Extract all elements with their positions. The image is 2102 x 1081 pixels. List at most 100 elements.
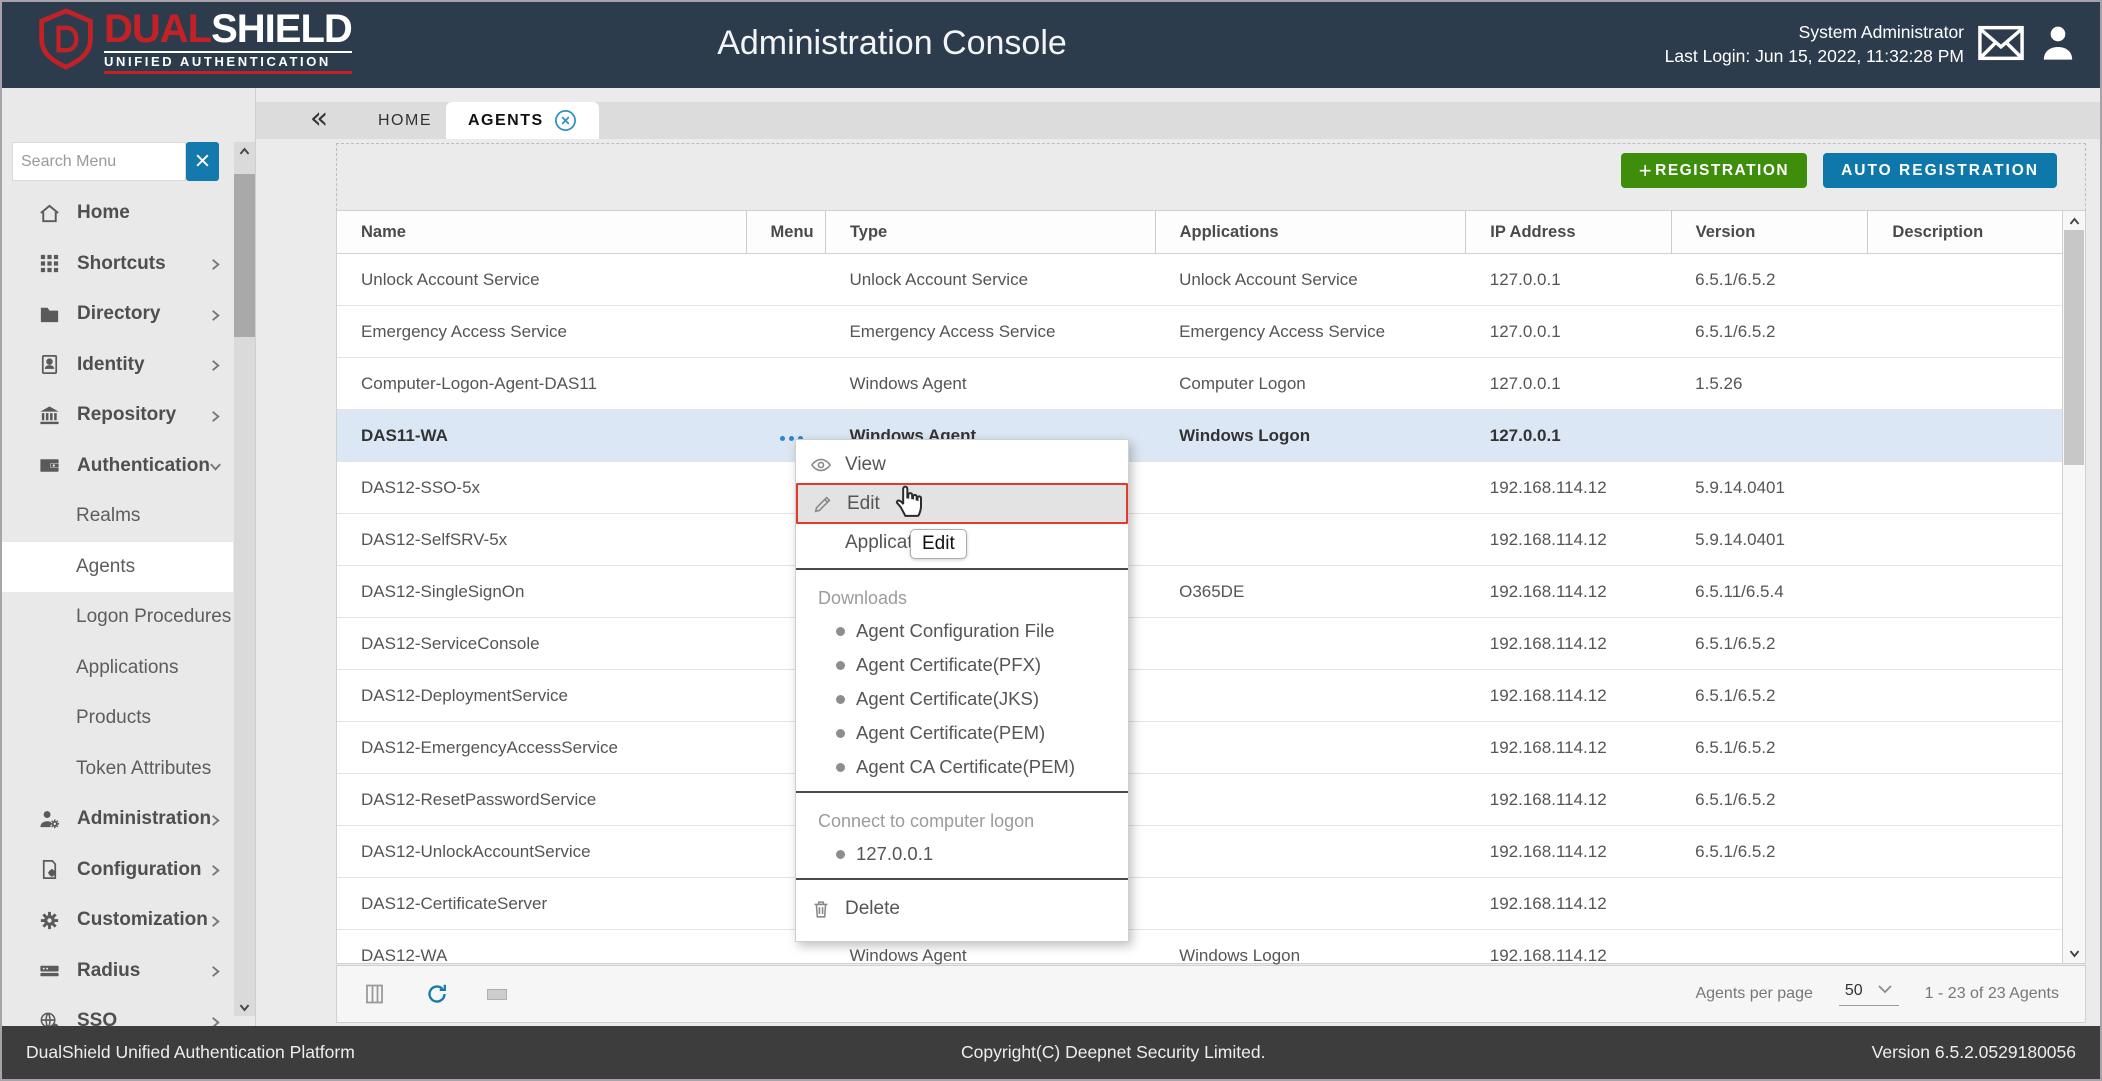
sidebar-item-label: Administration xyxy=(77,808,211,830)
cell-ip: 192.168.114.12 xyxy=(1466,462,1671,514)
footer-platform: DualShield Unified Authentication Platfo… xyxy=(26,1042,355,1063)
column-header-ip-address[interactable]: IP Address xyxy=(1466,211,1671,254)
chevron-down-icon xyxy=(208,458,223,473)
scroll-down-icon[interactable] xyxy=(234,998,255,1016)
table-row-das12-singlesignon[interactable]: DAS12-SingleSignOnO365DE192.168.114.126.… xyxy=(337,566,2063,618)
auto-registration-button[interactable]: AUTO REGISTRATION xyxy=(1823,153,2057,188)
registration-button[interactable]: +REGISTRATION xyxy=(1621,153,1807,188)
menu-item-agent-certificate-jks-[interactable]: Agent Certificate(JKS) xyxy=(796,682,1128,716)
cell-ip: 127.0.0.1 xyxy=(1466,358,1671,410)
table-row-unlock-account-service[interactable]: Unlock Account ServiceUnlock Account Ser… xyxy=(337,254,2063,306)
cell-applications xyxy=(1155,514,1466,566)
table-row-das12-deploymentservice[interactable]: DAS12-DeploymentService192.168.114.126.5… xyxy=(337,670,2063,722)
sidebar-item-repository[interactable]: Repository xyxy=(2,390,233,441)
tab-agents[interactable]: AGENTS xyxy=(446,102,599,139)
bullet-icon xyxy=(836,763,845,772)
scrollbar-thumb[interactable] xyxy=(2064,230,2084,465)
config-icon xyxy=(38,858,61,881)
sidebar-item-identity[interactable]: Identity xyxy=(2,340,233,391)
export-icon[interactable] xyxy=(487,989,507,1000)
sidebar-item-customization[interactable]: Customization xyxy=(2,895,233,946)
menu-item-agent-certificate-pfx-[interactable]: Agent Certificate(PFX) xyxy=(796,648,1128,682)
chevron-down-icon xyxy=(1877,982,1893,1000)
agents-per-page-label: Agents per page xyxy=(1695,985,1812,1003)
cell-ip: 192.168.114.12 xyxy=(1466,826,1671,878)
user-icon[interactable] xyxy=(2038,23,2078,68)
sidebar-item-agents[interactable]: Agents xyxy=(2,542,233,593)
search-input[interactable] xyxy=(12,142,186,181)
tab-close-icon[interactable] xyxy=(554,109,577,132)
bullet-icon xyxy=(836,729,845,738)
collapse-sidebar-button[interactable]: « xyxy=(304,104,334,137)
table-row-das12-serviceconsole[interactable]: DAS12-ServiceConsole192.168.114.126.5.1/… xyxy=(337,618,2063,670)
sidebar-item-products[interactable]: Products xyxy=(2,693,233,744)
scroll-down-icon[interactable] xyxy=(2063,944,2085,962)
cell-version xyxy=(1671,410,1868,462)
cell-description xyxy=(1868,774,2063,826)
table-row-das12-emergencyaccessservice[interactable]: DAS12-EmergencyAccessService192.168.114.… xyxy=(337,722,2063,774)
sidebar-item-label: Logon Procedures xyxy=(76,606,231,628)
sidebar-item-configuration[interactable]: Configuration xyxy=(2,845,233,896)
refresh-icon[interactable] xyxy=(425,982,449,1006)
cell-ip: 192.168.114.12 xyxy=(1466,670,1671,722)
sidebar-item-home[interactable]: Home xyxy=(2,188,233,239)
menu-item-agent-ca-certificate-pem-[interactable]: Agent CA Certificate(PEM) xyxy=(796,750,1128,784)
scroll-up-icon[interactable] xyxy=(234,142,255,160)
table-scrollbar[interactable] xyxy=(2062,210,2086,964)
menu-divider xyxy=(796,791,1128,793)
cell-version: 6.5.1/6.5.2 xyxy=(1671,254,1868,306)
user-name: System Administrator xyxy=(1665,21,1964,45)
menu-item-view[interactable]: View xyxy=(796,446,1128,483)
page-size-select[interactable]: 50 xyxy=(1839,982,1899,1006)
table-row-das12-resetpasswordservice[interactable]: DAS12-ResetPasswordService192.168.114.12… xyxy=(337,774,2063,826)
table-row-das12-selfsrv-5x[interactable]: DAS12-SelfSRV-5x192.168.114.125.9.14.040… xyxy=(337,514,2063,566)
cell-applications: Emergency Access Service xyxy=(1155,306,1466,358)
scrollbar-thumb[interactable] xyxy=(234,174,255,337)
column-header-name[interactable]: Name xyxy=(337,211,746,254)
table-row-das12-sso-5x[interactable]: DAS12-SSO-5x192.168.114.125.9.14.0401 xyxy=(337,462,2063,514)
table-row-das11-wa[interactable]: DAS11-WAWindows AgentWindows Logon127.0.… xyxy=(337,410,2063,462)
column-header-version[interactable]: Version xyxy=(1671,211,1868,254)
grid-icon xyxy=(38,252,61,275)
sidebar-item-realms[interactable]: Realms xyxy=(2,491,233,542)
menu-item-delete[interactable]: Delete xyxy=(796,887,1128,931)
menu-item-agent-certificate-pem-[interactable]: Agent Certificate(PEM) xyxy=(796,716,1128,750)
column-header-type[interactable]: Type xyxy=(825,211,1155,254)
cell-menu xyxy=(746,254,825,306)
column-header-applications[interactable]: Applications xyxy=(1155,211,1466,254)
cell-description xyxy=(1868,618,2063,670)
cell-description xyxy=(1868,358,2063,410)
sidebar-item-logon-procedures[interactable]: Logon Procedures xyxy=(2,592,233,643)
bullet-icon xyxy=(836,627,845,636)
sidebar-item-sso[interactable]: SSO xyxy=(2,996,233,1026)
menu-item-127-0-0-1[interactable]: 127.0.0.1 xyxy=(796,837,1128,871)
table-row-das12-unlockaccountservice[interactable]: DAS12-UnlockAccountService192.168.114.12… xyxy=(337,826,2063,878)
table-row-das12-certificateserver[interactable]: DAS12-CertificateServer192.168.114.12 xyxy=(337,878,2063,930)
menu-item-agent-configuration-file[interactable]: Agent Configuration File xyxy=(796,614,1128,648)
scroll-up-icon[interactable] xyxy=(2063,212,2085,230)
column-header-description[interactable]: Description xyxy=(1868,211,2063,254)
table-row-emergency-access-service[interactable]: Emergency Access ServiceEmergency Access… xyxy=(337,306,2063,358)
sidebar-item-label: Realms xyxy=(76,505,140,527)
search-clear-button[interactable] xyxy=(186,142,219,181)
mail-icon[interactable] xyxy=(1978,25,2024,66)
cell-version: 6.5.11/6.5.4 xyxy=(1671,566,1868,618)
sidebar-item-directory[interactable]: Directory xyxy=(2,289,233,340)
bank-icon xyxy=(38,404,61,427)
sidebar-item-radius[interactable]: Radius xyxy=(2,946,233,997)
sidebar-item-administration[interactable]: Administration xyxy=(2,794,233,845)
menu-item-edit[interactable]: Edit xyxy=(796,483,1128,524)
sidebar-item-applications[interactable]: Applications xyxy=(2,643,233,694)
cell-name: DAS12-CertificateServer xyxy=(337,878,746,930)
sidebar-scrollbar[interactable] xyxy=(234,142,255,1016)
column-header-menu[interactable]: Menu xyxy=(746,211,825,254)
cell-applications xyxy=(1155,774,1466,826)
tab-home[interactable]: HOME xyxy=(356,102,454,139)
cell-ip: 192.168.114.12 xyxy=(1466,722,1671,774)
sidebar-menu: HomeShortcutsDirectoryIdentityRepository… xyxy=(2,188,233,1026)
columns-icon[interactable] xyxy=(363,982,387,1006)
sidebar-item-authentication[interactable]: Authentication xyxy=(2,441,233,492)
sidebar-item-shortcuts[interactable]: Shortcuts xyxy=(2,239,233,290)
table-row-computer-logon-agent-das11[interactable]: Computer-Logon-Agent-DAS11Windows AgentC… xyxy=(337,358,2063,410)
sidebar-item-token-attributes[interactable]: Token Attributes xyxy=(2,744,233,795)
